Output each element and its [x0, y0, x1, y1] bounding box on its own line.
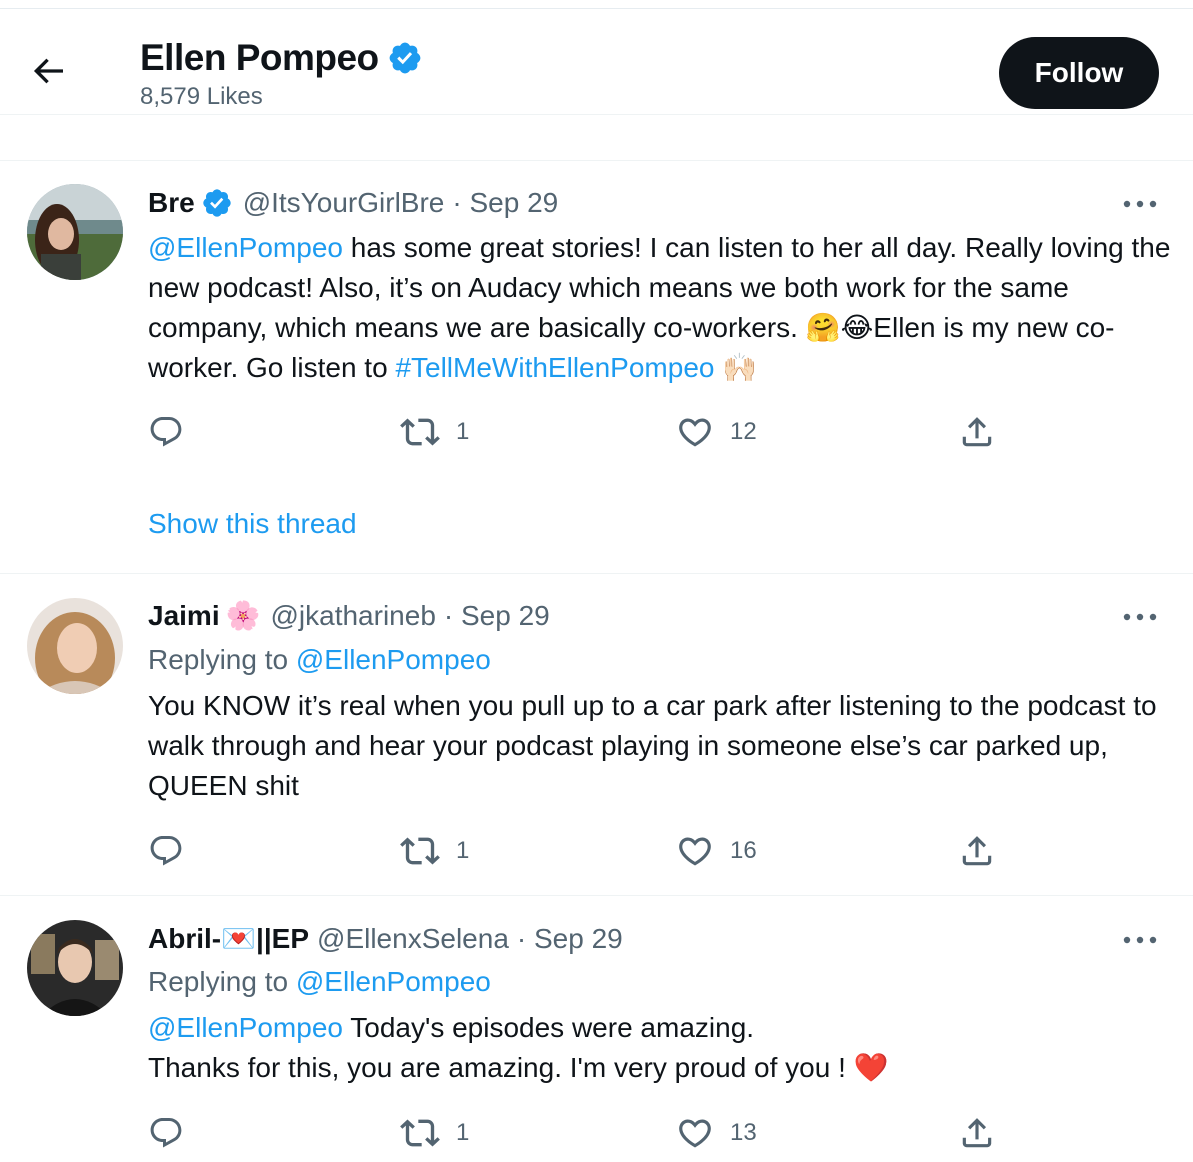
hashtag-link[interactable]: #TellMeWithEllenPompeo: [395, 352, 714, 383]
user-handle[interactable]: @jkatharineb: [270, 600, 435, 632]
like-button[interactable]: 12: [676, 412, 757, 452]
user-handle[interactable]: @EllenxSelena: [317, 923, 509, 955]
tweet-text: @EllenPompeo has some great stories! I c…: [148, 228, 1178, 388]
more-options-icon[interactable]: [1122, 934, 1158, 946]
avatar[interactable]: [27, 920, 123, 1016]
share-icon: [958, 1114, 996, 1152]
tweet-body-line1: Today's episodes were amazing.: [342, 1012, 755, 1043]
reply-icon: [148, 414, 184, 450]
reply-icon: [148, 1115, 184, 1151]
retweet-count: 1: [456, 1119, 470, 1146]
tweet[interactable]: Jaimi 🌸 @jkatharineb · Sep 29 Replying t…: [0, 573, 1193, 896]
user-handle[interactable]: @ItsYourGirlBre: [243, 187, 445, 219]
tweet[interactable]: Abril- 💌 ||EP @EllenxSelena · Sep 29 Rep…: [0, 895, 1193, 1162]
tweet-header: Abril- 💌 ||EP @EllenxSelena · Sep 29: [148, 922, 623, 955]
retweet-button[interactable]: 1: [400, 1113, 469, 1153]
avatar[interactable]: [27, 184, 123, 280]
more-options-icon[interactable]: [1122, 198, 1158, 210]
likes-count: 8,579 Likes: [140, 83, 263, 110]
reply-button[interactable]: [148, 1113, 184, 1153]
reply-icon: [148, 833, 184, 869]
replying-label: Replying to: [148, 644, 296, 675]
share-icon: [958, 832, 996, 870]
red-heart-emoji: ❤️: [853, 1052, 889, 1083]
profile-header: Ellen Pompeo 8,579 Likes Follow: [0, 9, 1193, 115]
heart-icon: [676, 1114, 714, 1152]
retweet-button[interactable]: 1: [400, 831, 469, 871]
reply-button[interactable]: [148, 412, 184, 452]
tweet-header: Bre @ItsYourGirlBre · Sep 29: [148, 187, 558, 219]
retweet-count: 1: [456, 837, 470, 864]
tweet-header: Jaimi 🌸 @jkatharineb · Sep 29: [148, 599, 550, 632]
replying-to: Replying to @EllenPompeo: [148, 966, 491, 998]
retweet-icon: [400, 1113, 440, 1153]
mention-link[interactable]: @EllenPompeo: [148, 232, 343, 263]
tweet-text: @EllenPompeo Today's episodes were amazi…: [148, 1008, 1178, 1088]
tweet-date[interactable]: · Sep 29: [452, 187, 558, 219]
verified-badge-icon: [387, 40, 423, 76]
profile-name: Ellen Pompeo: [140, 37, 423, 79]
share-button[interactable]: [958, 1113, 996, 1153]
replying-to: Replying to @EllenPompeo: [148, 644, 491, 676]
heart-icon: [676, 413, 714, 451]
tweet[interactable]: Bre @ItsYourGirlBre · Sep 29 @EllenPompe…: [0, 160, 1193, 574]
like-button[interactable]: 13: [676, 1113, 757, 1153]
like-count: 13: [730, 1119, 757, 1146]
display-name[interactable]: Abril-: [148, 923, 221, 955]
display-name-suffix[interactable]: ||EP: [256, 923, 309, 955]
tweet-actions: 1 12: [148, 412, 1028, 452]
back-arrow-icon[interactable]: [28, 51, 68, 91]
retweet-icon: [400, 412, 440, 452]
heart-icon: [676, 832, 714, 870]
tweet-date[interactable]: · Sep 29: [444, 600, 550, 632]
tweet-text: You KNOW it’s real when you pull up to a…: [148, 690, 1157, 801]
name-envelope-emoji: 💌: [221, 923, 256, 954]
like-button[interactable]: 16: [676, 831, 757, 871]
tweet-actions: 1 16: [148, 831, 1028, 871]
follow-button[interactable]: Follow: [999, 37, 1159, 109]
reply-mention-link[interactable]: @EllenPompeo: [296, 966, 491, 997]
share-button[interactable]: [958, 412, 996, 452]
replying-label: Replying to: [148, 966, 296, 997]
show-thread-link[interactable]: Show this thread: [148, 508, 357, 540]
mention-link[interactable]: @EllenPompeo: [148, 1012, 343, 1043]
reply-mention-link[interactable]: @EllenPompeo: [296, 644, 491, 675]
tweet-actions: 1 13: [148, 1113, 1028, 1153]
display-name[interactable]: Bre: [148, 187, 195, 219]
avatar[interactable]: [27, 598, 123, 694]
like-count: 16: [730, 837, 757, 864]
tweet-date[interactable]: · Sep 29: [517, 923, 623, 955]
like-count: 12: [730, 418, 757, 445]
retweet-icon: [400, 831, 440, 871]
share-icon: [958, 413, 996, 451]
tweet-body-line2: Thanks for this, you are amazing. I'm ve…: [148, 1052, 854, 1083]
share-button[interactable]: [958, 831, 996, 871]
verified-badge-icon: [201, 187, 233, 219]
name-flower-emoji: 🌸: [225, 600, 261, 631]
display-name[interactable]: Jaimi: [148, 600, 220, 632]
retweet-button[interactable]: 1: [400, 412, 469, 452]
more-options-icon[interactable]: [1122, 611, 1158, 623]
tweet-end-emoji: 🙌🏻: [714, 352, 758, 383]
profile-name-text: Ellen Pompeo: [140, 37, 379, 78]
reply-button[interactable]: [148, 831, 184, 871]
retweet-count: 1: [456, 418, 470, 445]
